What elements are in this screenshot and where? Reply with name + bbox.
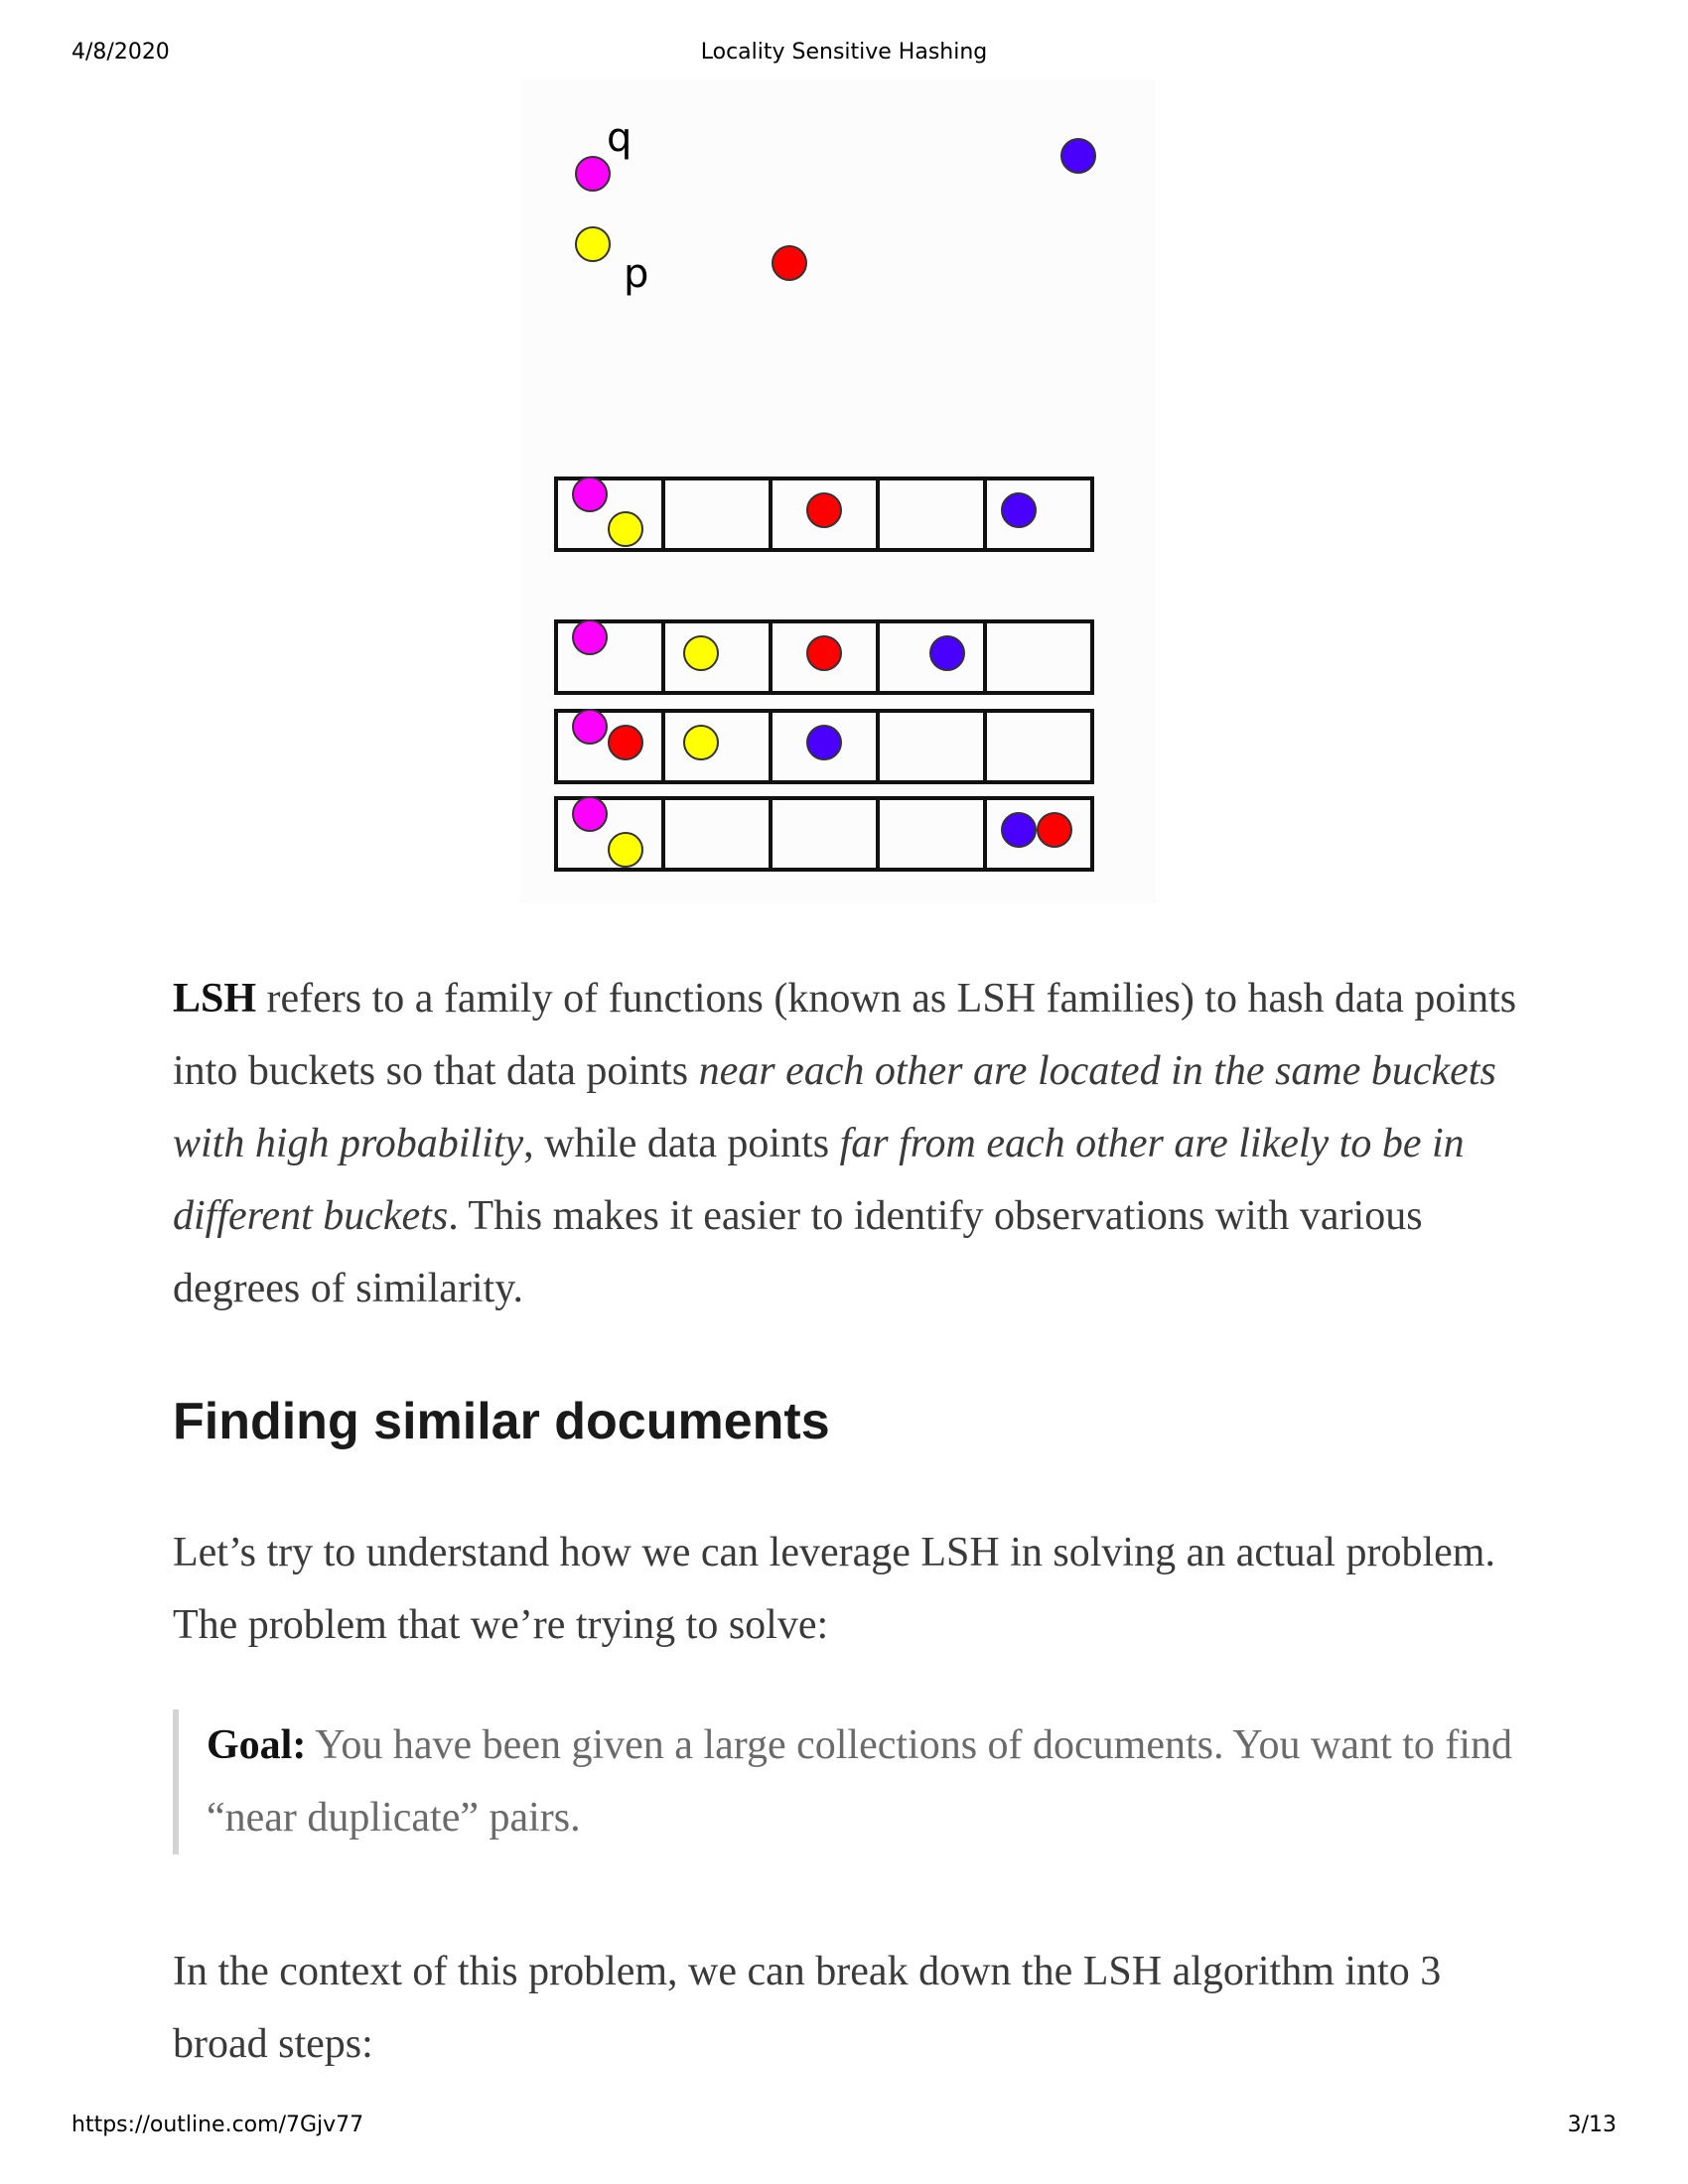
goal-blockquote: Goal: You have been given a large collec… (173, 1709, 1557, 1854)
lsh-definition-paragraph: LSH refers to a family of functions (kno… (173, 963, 1543, 1325)
label-q: q (607, 115, 632, 161)
steps-paragraph: In the context of this problem, we can b… (173, 1949, 1442, 2067)
header-title: Locality Sensitive Hashing (700, 40, 988, 65)
footer-page-number: 3/13 (1567, 2113, 1617, 2137)
lsh-diagram: q p (520, 79, 1156, 903)
footer-url: https://outline.com/7Gjv77 (71, 2113, 364, 2137)
section-heading: Finding similar documents (173, 1393, 830, 1450)
goal-text: You have been given a large collections … (207, 1722, 1513, 1841)
point-q (575, 156, 611, 192)
label-p: p (624, 251, 648, 297)
point-blue (1060, 138, 1096, 174)
intro-paragraph: Let’s try to understand how we can lever… (173, 1530, 1495, 1648)
lsh-term: LSH (173, 976, 257, 1022)
para1-text-2: , while data points (523, 1121, 840, 1166)
point-red (772, 245, 807, 281)
point-p (575, 226, 611, 262)
goal-label: Goal: (207, 1722, 307, 1768)
